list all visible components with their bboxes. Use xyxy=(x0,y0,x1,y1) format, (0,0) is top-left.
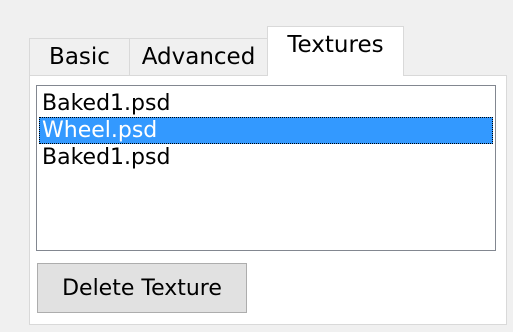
texture-list[interactable]: Baked1.psd Wheel.psd Baked1.psd xyxy=(36,85,496,251)
list-item-selected[interactable]: Wheel.psd xyxy=(39,117,493,144)
delete-texture-button[interactable]: Delete Texture xyxy=(37,263,247,313)
texture-dialog: Basic Advanced Textures Baked1.psd Wheel… xyxy=(0,0,513,332)
list-item[interactable]: Baked1.psd xyxy=(39,144,493,171)
tab-textures-label: Textures xyxy=(287,32,384,58)
tab-textures[interactable]: Textures xyxy=(267,26,404,76)
tab-basic[interactable]: Basic xyxy=(29,38,130,75)
tab-advanced-label: Advanced xyxy=(141,43,256,70)
list-item[interactable]: Baked1.psd xyxy=(39,90,493,117)
tab-advanced[interactable]: Advanced xyxy=(129,38,268,75)
tab-basic-label: Basic xyxy=(49,43,110,70)
